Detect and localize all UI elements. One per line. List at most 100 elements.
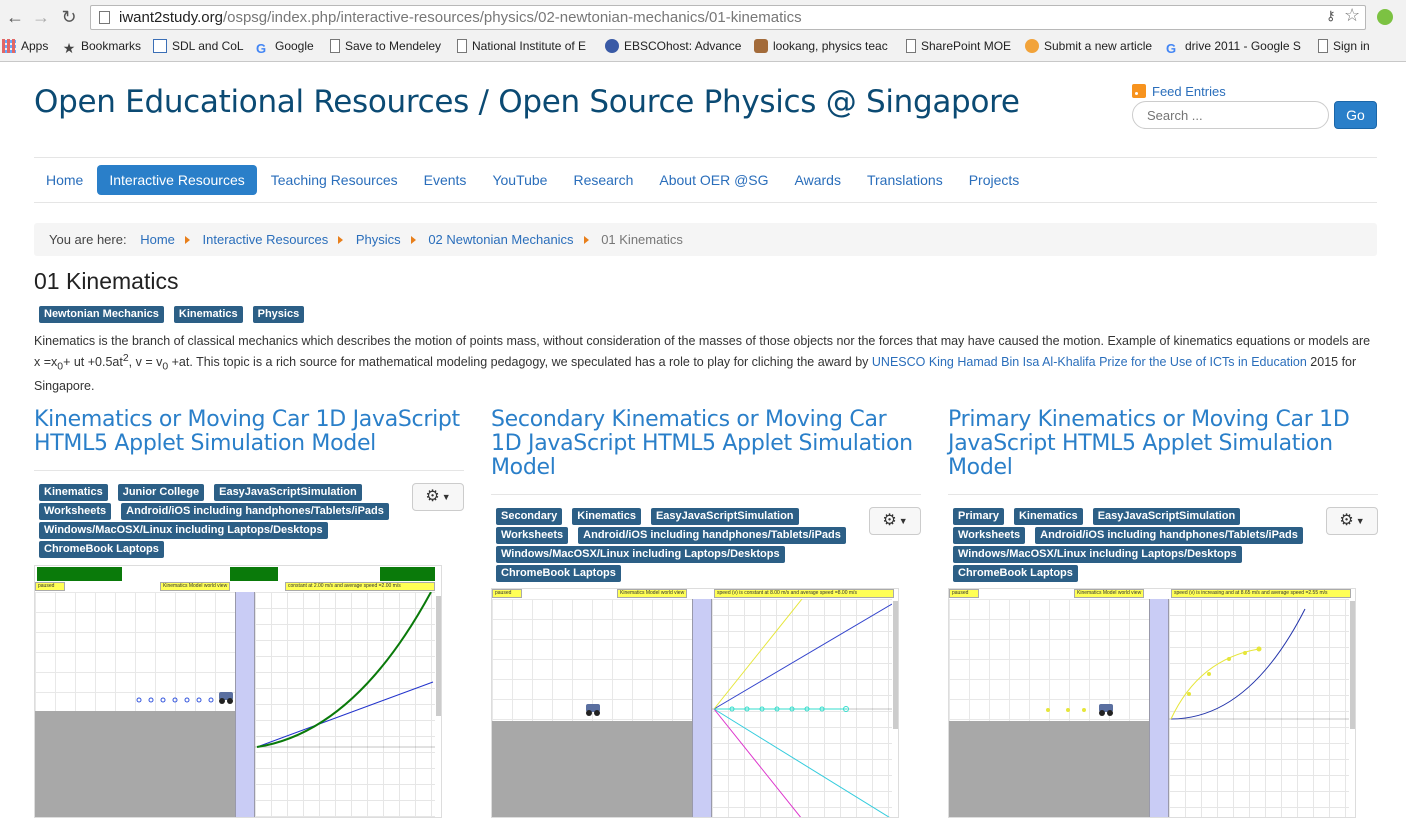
tag[interactable]: Kinematics	[39, 484, 108, 501]
menu-item-youtube[interactable]: YouTube	[480, 165, 559, 195]
breadcrumb-home[interactable]: Home	[140, 232, 175, 247]
google-icon: G	[256, 41, 267, 56]
tag[interactable]: Worksheets	[953, 527, 1026, 544]
applet-world-view	[949, 599, 1149, 721]
tag[interactable]: EasyJavaScriptSimulation	[1092, 508, 1241, 525]
tag[interactable]: Windows/MacOSX/Linux including Laptops/D…	[39, 522, 328, 539]
tag[interactable]: Android/iOS including handphones/Tablets…	[578, 527, 846, 544]
menu-item-translations[interactable]: Translations	[855, 165, 955, 195]
tag[interactable]: Worksheets	[39, 503, 112, 520]
unesco-prize-link[interactable]: UNESCO King Hamad Bin Isa Al-Khalifa Pri…	[872, 355, 1307, 369]
tag[interactable]: Android/iOS including handphones/Tablets…	[1035, 527, 1303, 544]
tag[interactable]: ChromeBook Laptops	[39, 541, 164, 558]
menu-item-home[interactable]: Home	[34, 165, 95, 195]
bookmark-ebsco[interactable]: EBSCOhost: Advanced	[605, 37, 741, 55]
position-time-graph	[255, 591, 435, 748]
bookmark-submit-article[interactable]: Submit a new article	[1025, 37, 1152, 55]
applet-scrollbar[interactable]	[1350, 601, 1355, 729]
tag[interactable]: Kinematics	[572, 508, 641, 525]
bookmark-sdl[interactable]: SDL and CoL	[153, 37, 244, 55]
menu-item-events[interactable]: Events	[412, 165, 479, 195]
extension-icon[interactable]	[1377, 9, 1393, 25]
tag[interactable]: Windows/MacOSX/Linux including Laptops/D…	[496, 546, 785, 563]
menu-item-awards[interactable]: Awards	[783, 165, 853, 195]
url-path: /ospsg/index.php/interactive-resources/p…	[222, 9, 802, 26]
motion-dots	[136, 697, 214, 703]
applet-status: paused	[35, 582, 65, 591]
site-title[interactable]: Open Educational Resources / Open Source…	[34, 84, 1020, 120]
article-title[interactable]: Primary Kinematics or Moving Car 1D Java…	[948, 408, 1378, 480]
article-divider	[34, 470, 464, 471]
menu-item-projects[interactable]: Projects	[957, 165, 1032, 195]
applet-status: paused	[949, 589, 979, 598]
search-input[interactable]	[1132, 101, 1329, 129]
menu-item-interactive-resources[interactable]: Interactive Resources	[97, 165, 257, 195]
tag[interactable]: EasyJavaScriptSimulation	[214, 484, 362, 501]
elsevier-icon	[1025, 39, 1039, 53]
bookmark-sign-in[interactable]: Sign in	[1318, 37, 1370, 55]
breadcrumb: You are here: Home Interactive Resources…	[34, 223, 1377, 256]
applet-thumbnail[interactable]: paused Kinematics Model world view speed…	[491, 588, 899, 818]
breadcrumb-arrow-icon	[410, 236, 416, 244]
back-icon[interactable]: ←	[4, 6, 26, 28]
applet-graph-label: constant at 2.00 m/s and average speed =…	[285, 582, 435, 591]
breadcrumb-interactive-resources[interactable]: Interactive Resources	[203, 232, 329, 247]
bookmark-drive[interactable]: Gdrive 2011 - Google S	[1166, 37, 1302, 55]
go-button[interactable]: Go	[1334, 101, 1377, 129]
forward-icon[interactable]: →	[30, 6, 52, 28]
article-options-button[interactable]: ⚙ ▼	[412, 483, 464, 511]
applet-thumbnail[interactable]: paused Kinematics Model world view const…	[34, 565, 442, 818]
applet-status: paused	[492, 589, 522, 598]
document-icon	[457, 39, 467, 53]
bookmark-nie[interactable]: National Institute of E	[457, 37, 589, 55]
article-options-button[interactable]: ⚙ ▼	[869, 507, 921, 535]
applet-scrollbar[interactable]	[893, 601, 898, 729]
breadcrumb-newtonian-mechanics[interactable]: 02 Newtonian Mechanics	[428, 232, 573, 247]
applet-scrollbar[interactable]	[436, 596, 441, 716]
gear-icon: ⚙	[425, 488, 440, 505]
reload-icon[interactable]: ↻	[58, 6, 80, 28]
address-bar[interactable]: iwant2study.org/ospsg/index.php/interact…	[90, 5, 1366, 30]
applet-graph	[255, 591, 435, 817]
article-tags: Secondary Kinematics EasyJavaScriptSimul…	[496, 508, 866, 584]
tag[interactable]: Newtonian Mechanics	[39, 306, 164, 323]
menu-item-research[interactable]: Research	[561, 165, 645, 195]
bookmarks-bar: Apps ★ Bookmarks SDL and CoL G Google Save…	[0, 34, 1406, 58]
menu-divider	[34, 202, 1377, 203]
tag[interactable]: Physics	[252, 306, 305, 323]
tag[interactable]: Windows/MacOSX/Linux including Laptops/D…	[953, 546, 1242, 563]
bookmark-mendeley[interactable]: Save to Mendeley	[330, 37, 441, 55]
tag[interactable]: ChromeBook Laptops	[496, 565, 621, 582]
article-title[interactable]: Kinematics or Moving Car 1D JavaScript H…	[34, 408, 464, 456]
article-tags: Kinematics Junior College EasyJavaScript…	[39, 484, 409, 560]
bookmark-bookmarks[interactable]: ★ Bookmarks	[62, 37, 141, 55]
applet-control-bar	[230, 567, 278, 581]
bookmark-star-icon[interactable]: ☆	[1344, 5, 1360, 26]
breadcrumb-physics[interactable]: Physics	[356, 232, 401, 247]
rss-icon	[1132, 84, 1146, 98]
tag[interactable]: Worksheets	[496, 527, 569, 544]
tag[interactable]: Android/iOS including handphones/Tablets…	[121, 503, 389, 520]
key-icon[interactable]: ⚷	[1326, 8, 1336, 24]
tag[interactable]: ChromeBook Laptops	[953, 565, 1078, 582]
tag[interactable]: Junior College	[117, 484, 205, 501]
document-icon	[906, 39, 916, 53]
tag[interactable]: Kinematics	[1013, 508, 1083, 525]
applet-thumbnail[interactable]: paused Kinematics Model world view speed…	[948, 588, 1356, 818]
article-divider	[948, 494, 1378, 495]
gear-icon: ⚙	[882, 512, 897, 529]
article-title[interactable]: Secondary Kinematics or Moving Car 1D Ja…	[491, 408, 921, 480]
menu-item-about[interactable]: About OER @SG	[647, 165, 780, 195]
bookmark-google[interactable]: G Google	[256, 37, 314, 55]
feed-entries-link[interactable]: Feed Entries	[1132, 84, 1226, 99]
bookmark-lookang[interactable]: lookang, physics teac	[754, 37, 890, 55]
article-options-button[interactable]: ⚙ ▼	[1326, 507, 1378, 535]
star-icon: ★	[62, 40, 76, 55]
tag[interactable]: Secondary	[496, 508, 563, 525]
tag[interactable]: Primary	[953, 508, 1004, 525]
bookmark-apps[interactable]: Apps	[2, 37, 48, 55]
tag[interactable]: EasyJavaScriptSimulation	[650, 508, 799, 525]
menu-item-teaching-resources[interactable]: Teaching Resources	[259, 165, 410, 195]
tag[interactable]: Kinematics	[173, 306, 243, 323]
bookmark-sharepoint[interactable]: SharePoint MOE	[906, 37, 1011, 55]
